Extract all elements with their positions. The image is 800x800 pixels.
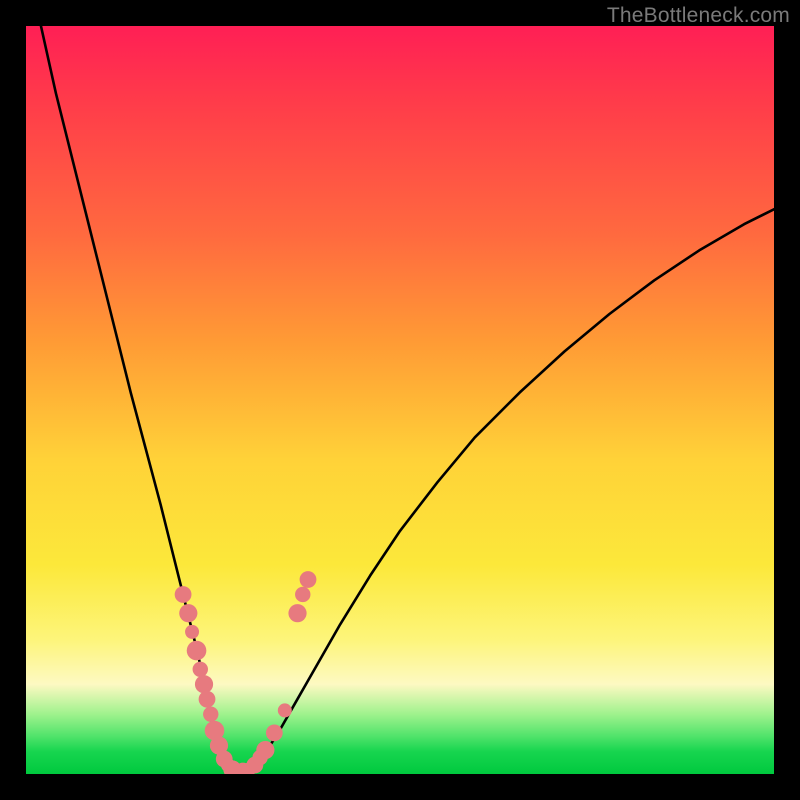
- scatter-dot: [193, 662, 208, 677]
- chart-svg: [26, 26, 774, 774]
- scatter-dot: [266, 724, 283, 741]
- scatter-dot: [278, 703, 292, 717]
- scatter-dot: [288, 604, 306, 622]
- scatter-dot: [179, 604, 197, 622]
- scatter-dot: [185, 625, 199, 639]
- scatter-dot: [175, 586, 192, 603]
- scatter-dots: [175, 571, 317, 774]
- outer-frame: TheBottleneck.com: [0, 0, 800, 800]
- scatter-dot: [203, 706, 218, 721]
- plot-area: [26, 26, 774, 774]
- scatter-dot: [256, 741, 274, 759]
- scatter-dot: [295, 587, 310, 602]
- scatter-dot: [195, 675, 213, 693]
- watermark-text: TheBottleneck.com: [607, 4, 790, 28]
- scatter-dot: [199, 691, 216, 708]
- bottleneck-curve: [41, 26, 774, 773]
- scatter-dot: [300, 571, 317, 588]
- scatter-dot: [187, 641, 207, 661]
